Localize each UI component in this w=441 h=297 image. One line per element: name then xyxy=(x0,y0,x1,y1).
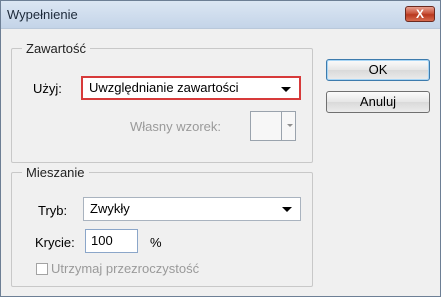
close-icon: X xyxy=(415,7,424,21)
title-bar: Wypełnienie X xyxy=(1,1,440,29)
opacity-input[interactable]: 100 xyxy=(85,229,138,253)
use-label: Użyj: xyxy=(33,81,62,96)
opacity-value: 100 xyxy=(91,233,113,248)
preserve-transparency-checkbox[interactable] xyxy=(36,263,48,275)
preserve-transparency-label: Utrzymaj przezroczystość xyxy=(51,261,200,276)
fill-dialog: Wypełnienie X Zawartość Użyj: Uwzględnia… xyxy=(0,0,441,297)
chevron-down-icon xyxy=(281,87,291,92)
opacity-unit: % xyxy=(150,235,162,250)
mode-label: Tryb: xyxy=(38,203,68,218)
pattern-picker-divider xyxy=(281,112,282,140)
chevron-down-icon xyxy=(287,124,293,127)
use-dropdown-value: Uwzględnianie zawartości xyxy=(89,80,239,95)
pattern-label: Własny wzorek: xyxy=(130,119,222,134)
dialog-title: Wypełnienie xyxy=(7,7,78,22)
ok-button[interactable]: OK xyxy=(326,59,430,81)
blending-legend: Mieszanie xyxy=(26,165,85,180)
mode-dropdown[interactable]: Zwykły xyxy=(83,197,301,221)
cancel-button[interactable]: Anuluj xyxy=(326,91,430,113)
opacity-label: Krycie: xyxy=(35,235,75,250)
chevron-down-icon xyxy=(282,207,292,212)
content-legend: Zawartość xyxy=(26,41,86,56)
close-button[interactable]: X xyxy=(405,6,435,22)
content-group: Zawartość xyxy=(11,41,313,163)
use-dropdown[interactable]: Uwzględnianie zawartości xyxy=(81,76,301,100)
mode-dropdown-value: Zwykły xyxy=(90,201,130,216)
pattern-picker[interactable] xyxy=(250,111,296,141)
